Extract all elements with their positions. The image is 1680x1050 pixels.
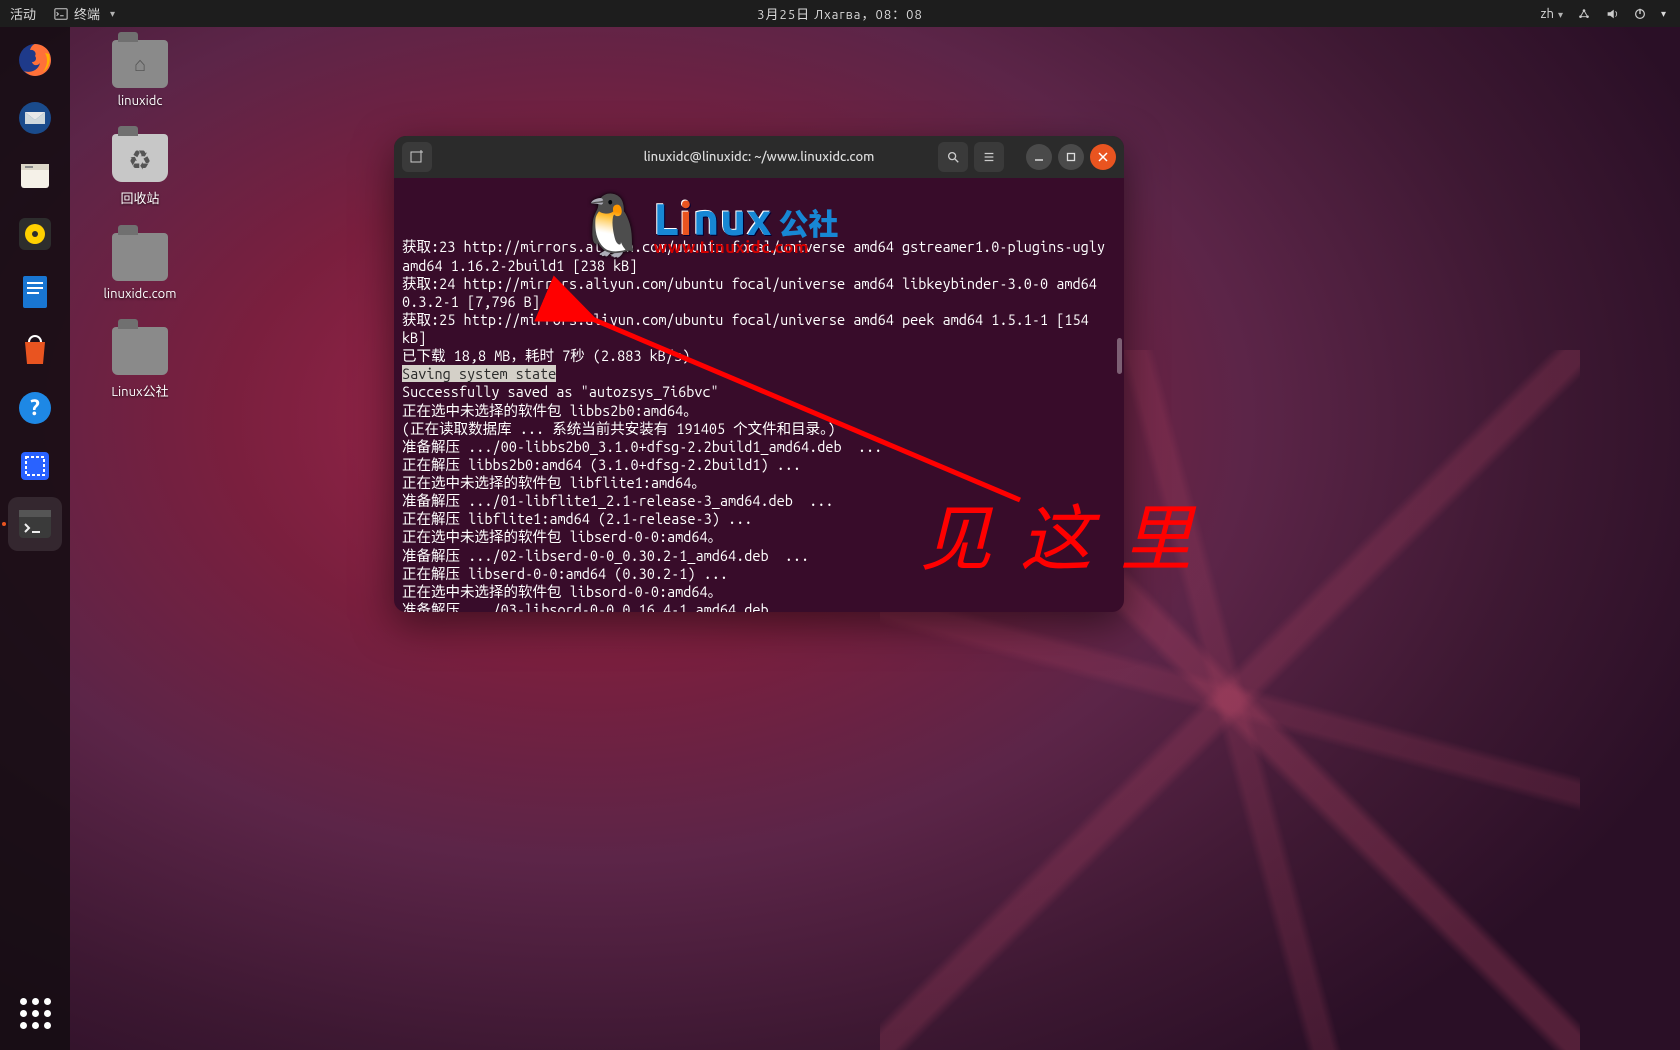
search-icon bbox=[946, 150, 960, 164]
volume-icon[interactable] bbox=[1605, 7, 1619, 21]
scrollbar-thumb[interactable] bbox=[1117, 338, 1122, 374]
window-title: linuxidc@linuxidc: ~/www.linuxidc.com bbox=[644, 150, 875, 164]
dock-screenshot[interactable] bbox=[8, 439, 62, 493]
folder-icon bbox=[112, 233, 168, 281]
dock-firefox[interactable] bbox=[8, 33, 62, 87]
firefox-icon bbox=[15, 40, 55, 80]
terminal-line: 已下载 18,8 MB，耗时 7秒 (2.883 kB/s) bbox=[402, 347, 1116, 365]
desktop-icon-home[interactable]: ⌂ linuxidc bbox=[90, 40, 190, 108]
desktop-icon-trash[interactable]: ♻ 回收站 bbox=[90, 134, 190, 207]
dock-thunderbird[interactable] bbox=[8, 91, 62, 145]
close-button[interactable] bbox=[1090, 144, 1116, 170]
maximize-button[interactable] bbox=[1058, 144, 1084, 170]
desktop-icon-linuxcn[interactable]: Linux公社 bbox=[90, 327, 190, 400]
minimize-button[interactable] bbox=[1026, 144, 1052, 170]
terminal-line: Saving system state bbox=[402, 365, 1116, 383]
hamburger-icon bbox=[982, 150, 996, 164]
apps-grid-icon bbox=[20, 998, 51, 1029]
current-app-menu[interactable]: 终端 bbox=[54, 4, 115, 23]
terminal-line: 正在选中未选择的软件包 libserd-0-0:amd64。 bbox=[402, 528, 1116, 546]
search-button[interactable] bbox=[938, 142, 968, 172]
desktop-icon-label: linuxidc.com bbox=[90, 287, 190, 301]
activities-button[interactable]: 活动 bbox=[10, 4, 36, 23]
terminal-line: 准备解压 .../00-libbs2b0_3.1.0+dfsg-2.2build… bbox=[402, 438, 1116, 456]
dock-files[interactable] bbox=[8, 149, 62, 203]
document-icon bbox=[15, 272, 55, 312]
terminal-app-icon bbox=[15, 504, 55, 544]
system-menu-chevron[interactable]: ▾ bbox=[1661, 8, 1666, 20]
terminal-line: 正在解压 libflite1:amd64 (2.1-release-3) ... bbox=[402, 510, 1116, 528]
terminal-line: 获取:23 http://mirrors.aliyun.com/ubuntu f… bbox=[402, 238, 1116, 274]
running-indicator bbox=[2, 522, 6, 526]
svg-text:?: ? bbox=[30, 395, 40, 420]
help-icon: ? bbox=[15, 388, 55, 428]
terminal-line: 准备解压 .../03-libsord-0-0_0.16.4-1_amd64.d… bbox=[402, 601, 1116, 612]
terminal-line: 准备解压 .../01-libflite1_2.1-release-3_amd6… bbox=[402, 492, 1116, 510]
terminal-line: 准备解压 .../02-libserd-0-0_0.30.2-1_amd64.d… bbox=[402, 547, 1116, 565]
terminal-line: 正在选中未选择的软件包 libbs2b0:amd64。 bbox=[402, 402, 1116, 420]
shopping-bag-icon bbox=[15, 330, 55, 370]
terminal-line: 获取:24 http://mirrors.aliyun.com/ubuntu f… bbox=[402, 275, 1116, 311]
dock: ? bbox=[0, 27, 70, 1050]
clock[interactable]: 3月25日 Лхагва，08：08 bbox=[757, 4, 923, 23]
terminal-line: 正在解压 libbs2b0:amd64 (3.1.0+dfsg-2.2build… bbox=[402, 456, 1116, 474]
dock-software[interactable] bbox=[8, 323, 62, 377]
minimize-icon bbox=[1034, 152, 1044, 162]
top-bar: 活动 终端 3月25日 Лхагва，08：08 zh ▾ bbox=[0, 0, 1680, 27]
show-applications[interactable] bbox=[8, 986, 62, 1040]
terminal-line: 正在选中未选择的软件包 libsord-0-0:amd64。 bbox=[402, 583, 1116, 601]
terminal-icon bbox=[54, 7, 68, 21]
network-icon[interactable] bbox=[1577, 7, 1591, 21]
desktop-icon-label: linuxidc bbox=[90, 94, 190, 108]
terminal-output[interactable]: 获取:23 http://mirrors.aliyun.com/ubuntu f… bbox=[394, 178, 1124, 612]
desktop-icon-domain[interactable]: linuxidc.com bbox=[90, 233, 190, 301]
dock-writer[interactable] bbox=[8, 265, 62, 319]
folder-icon: ⌂ bbox=[112, 40, 168, 88]
dock-rhythmbox[interactable] bbox=[8, 207, 62, 261]
terminal-line: 正在解压 libserd-0-0:amd64 (0.30.2-1) ... bbox=[402, 565, 1116, 583]
new-tab-icon bbox=[409, 149, 425, 165]
window-titlebar[interactable]: linuxidc@linuxidc: ~/www.linuxidc.com bbox=[394, 136, 1124, 178]
folder-icon bbox=[112, 327, 168, 375]
screenshot-icon bbox=[15, 446, 55, 486]
terminal-line: 获取:25 http://mirrors.aliyun.com/ubuntu f… bbox=[402, 311, 1116, 347]
dock-terminal[interactable] bbox=[8, 497, 62, 551]
dock-help[interactable]: ? bbox=[8, 381, 62, 435]
input-method-indicator[interactable]: zh bbox=[1541, 7, 1563, 21]
desktop-icon-label: 回收站 bbox=[90, 188, 190, 207]
terminal-line: 正在选中未选择的软件包 libflite1:amd64。 bbox=[402, 474, 1116, 492]
music-icon bbox=[15, 214, 55, 254]
terminal-window: linuxidc@linuxidc: ~/www.linuxidc.com 获取… bbox=[394, 136, 1124, 612]
terminal-line: Successfully saved as "autozsys_7i6bvc" bbox=[402, 383, 1116, 401]
thunderbird-icon bbox=[15, 98, 55, 138]
menu-button[interactable] bbox=[974, 142, 1004, 172]
power-icon[interactable] bbox=[1633, 7, 1647, 21]
terminal-line: (正在读取数据库 ... 系统当前共安装有 191405 个文件和目录。) bbox=[402, 420, 1116, 438]
close-icon bbox=[1098, 152, 1108, 162]
files-icon bbox=[15, 156, 55, 196]
current-app-name: 终端 bbox=[74, 4, 100, 23]
trash-icon: ♻ bbox=[112, 134, 168, 182]
desktop-icons: ⌂ linuxidc ♻ 回收站 linuxidc.com Linux公社 bbox=[90, 40, 190, 400]
new-tab-button[interactable] bbox=[402, 142, 432, 172]
desktop-icon-label: Linux公社 bbox=[90, 381, 190, 400]
maximize-icon bbox=[1066, 152, 1076, 162]
